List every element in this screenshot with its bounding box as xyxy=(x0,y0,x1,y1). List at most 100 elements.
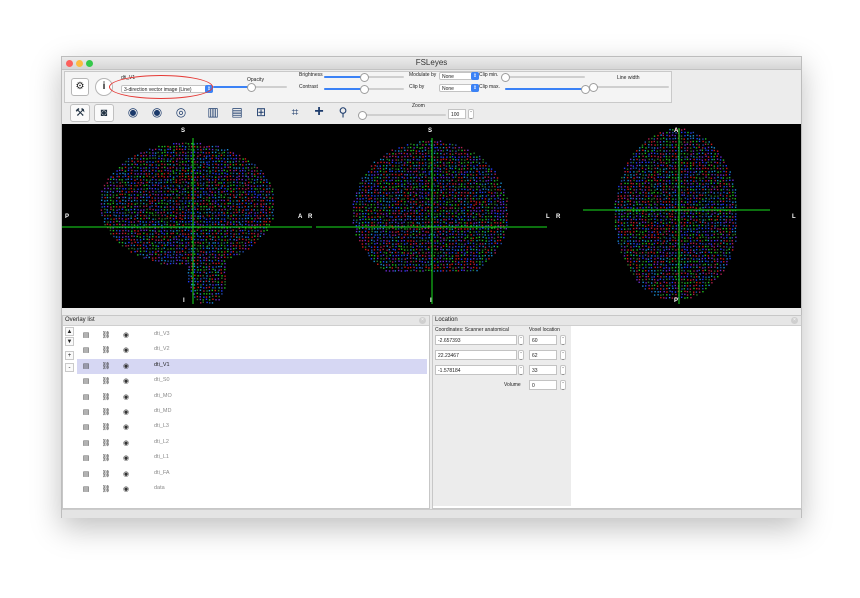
ortho-view-canvas[interactable]: S I P A S I R L A P R L xyxy=(62,124,801,308)
move-down-button[interactable]: ▼ xyxy=(65,337,74,346)
eye-icon[interactable]: ◉ xyxy=(121,485,131,494)
voxel-x-input[interactable]: 60 xyxy=(529,335,557,345)
screenshot-button[interactable]: ◙ xyxy=(94,104,114,122)
opacity-slider-knob[interactable] xyxy=(247,83,257,92)
modulate-by-select[interactable]: None ⇕ xyxy=(439,72,479,80)
coord-y-input[interactable]: 22.23467 xyxy=(435,350,517,360)
volume-input[interactable]: 0 xyxy=(529,380,557,390)
save-icon[interactable]: ▤ xyxy=(81,362,91,371)
overlay-list-item[interactable]: ▤ ⛓ ◉ dti_MD xyxy=(77,405,427,420)
brain-views[interactable] xyxy=(62,124,801,308)
coord-y-stepper[interactable]: ⌃ ⌄ xyxy=(518,350,524,361)
link-icon[interactable]: ⛓ xyxy=(101,485,111,494)
overlay-list-item[interactable]: ▤ ⛓ ◉ dti_L1 xyxy=(77,451,427,466)
toggle-coronal-button[interactable]: ◉ xyxy=(148,104,166,120)
line-width-slider-knob[interactable] xyxy=(589,83,598,92)
close-icon[interactable]: × xyxy=(419,317,426,324)
save-icon[interactable]: ▤ xyxy=(81,423,91,432)
link-icon[interactable]: ⛓ xyxy=(101,423,111,432)
link-icon[interactable]: ⛓ xyxy=(101,408,111,417)
link-icon[interactable]: ⛓ xyxy=(101,362,111,371)
close-icon[interactable]: × xyxy=(791,317,798,324)
overlay-list-item[interactable]: ▤ ⛓ ◉ data xyxy=(77,482,427,497)
overlay-list-item[interactable]: ▤ ⛓ ◉ dti_L3 xyxy=(77,420,427,435)
coord-x-input[interactable]: -2.657393 xyxy=(435,335,517,345)
link-icon[interactable]: ⛓ xyxy=(101,331,111,340)
eye-icon[interactable]: ◉ xyxy=(121,439,131,448)
coord-x-stepper[interactable]: ⌃ ⌄ xyxy=(518,335,524,346)
voxel-z-stepper[interactable]: ⌃ ⌄ xyxy=(560,365,566,376)
zoom-input[interactable]: 100 xyxy=(448,109,466,119)
eye-icon[interactable]: ◉ xyxy=(121,423,131,432)
overlay-list-item[interactable]: ▤ ⛓ ◉ dti_V2 xyxy=(77,343,427,358)
zoom-slider[interactable] xyxy=(358,111,446,120)
coronal-bottom-label: I xyxy=(430,298,432,304)
save-icon[interactable]: ▤ xyxy=(81,408,91,417)
link-icon[interactable]: ⛓ xyxy=(101,393,111,402)
voxel-y-input[interactable]: 62 xyxy=(529,350,557,360)
overlay-list-item[interactable]: ▤ ⛓ ◉ dti_S0 xyxy=(77,374,427,389)
link-icon[interactable]: ⛓ xyxy=(101,346,111,355)
remove-overlay-button[interactable]: - xyxy=(65,363,74,372)
voxel-y-stepper[interactable]: ⌃ ⌄ xyxy=(560,350,566,361)
link-icon[interactable]: ⛓ xyxy=(101,470,111,479)
link-icon[interactable]: ⛓ xyxy=(101,454,111,463)
clip-by-select[interactable]: None ⇕ xyxy=(439,84,479,92)
view-settings-button[interactable]: ⚒ xyxy=(70,104,90,122)
eye-icon[interactable]: ◉ xyxy=(121,346,131,355)
voxel-x-stepper[interactable]: ⌃ ⌄ xyxy=(560,335,566,346)
save-icon[interactable]: ▤ xyxy=(81,393,91,402)
modulate-by-value: None xyxy=(442,74,454,80)
eye-icon[interactable]: ◉ xyxy=(121,393,131,402)
contrast-slider-knob[interactable] xyxy=(360,85,369,94)
overlay-list-item[interactable]: ▤ ⛓ ◉ dti_FA xyxy=(77,467,427,482)
coord-z-input[interactable]: -1.578184 xyxy=(435,365,517,375)
save-icon[interactable]: ▤ xyxy=(81,346,91,355)
eye-icon[interactable]: ◉ xyxy=(121,331,131,340)
overlay-list-item[interactable]: ▤ ⛓ ◉ dti_V3 xyxy=(77,328,427,343)
toggle-sagittal-button[interactable]: ◉ xyxy=(124,104,142,120)
vertical-layout-button[interactable]: ▤ xyxy=(228,104,246,120)
save-icon[interactable]: ▤ xyxy=(81,377,91,386)
opacity-slider[interactable] xyxy=(213,83,287,92)
brightness-slider-knob[interactable] xyxy=(360,73,369,82)
center-cursor-button[interactable]: + xyxy=(310,104,328,120)
overlay-list-item[interactable]: ▤ ⛓ ◉ dti_L2 xyxy=(77,436,427,451)
link-icon[interactable]: ⛓ xyxy=(101,377,111,386)
brightness-slider[interactable] xyxy=(324,73,404,82)
overlay-list-item[interactable]: ▤ ⛓ ◉ dti_MO xyxy=(77,390,427,405)
clip-by-value: None xyxy=(442,86,454,92)
voxel-z-input[interactable]: 33 xyxy=(529,365,557,375)
eye-icon[interactable]: ◉ xyxy=(121,362,131,371)
coord-z-stepper[interactable]: ⌃ ⌄ xyxy=(518,365,524,376)
volume-stepper[interactable]: ⌃ ⌄ xyxy=(560,380,566,391)
line-width-slider[interactable] xyxy=(589,83,669,92)
toggle-axial-button[interactable]: ◎ xyxy=(172,104,190,120)
zoom-stepper[interactable]: ⌃ ⌄ xyxy=(468,109,474,120)
zoom-button[interactable]: ⚲ xyxy=(334,104,352,120)
contrast-slider[interactable] xyxy=(324,85,404,94)
save-icon[interactable]: ▤ xyxy=(81,454,91,463)
link-icon[interactable]: ⛓ xyxy=(101,439,111,448)
move-up-button[interactable]: ▲ xyxy=(65,327,74,336)
eye-icon[interactable]: ◉ xyxy=(121,470,131,479)
settings-button[interactable]: ⚙ xyxy=(71,78,89,96)
eye-icon[interactable]: ◉ xyxy=(121,377,131,386)
add-overlay-button[interactable]: + xyxy=(65,351,74,360)
grid-layout-button[interactable]: ⊞ xyxy=(252,104,270,120)
grid-layout-icon: ⊞ xyxy=(255,105,267,119)
reset-zoom-button[interactable]: ⌗ xyxy=(286,104,304,120)
zoom-slider-knob[interactable] xyxy=(358,111,367,120)
horizontal-layout-button[interactable]: ▥ xyxy=(204,104,222,120)
window-title: FSLeyes xyxy=(415,58,448,67)
overlay-list-item[interactable]: ▤ ⛓ ◉ dti_V1 xyxy=(77,358,427,374)
save-icon[interactable]: ▤ xyxy=(81,485,91,494)
clip-min-slider[interactable] xyxy=(501,73,585,82)
save-icon[interactable]: ▤ xyxy=(81,331,91,340)
save-icon[interactable]: ▤ xyxy=(81,470,91,479)
save-icon[interactable]: ▤ xyxy=(81,439,91,448)
eye-icon[interactable]: ◉ xyxy=(121,454,131,463)
clip-max-slider[interactable] xyxy=(505,85,590,94)
clip-min-slider-knob[interactable] xyxy=(501,73,510,82)
eye-icon[interactable]: ◉ xyxy=(121,408,131,417)
